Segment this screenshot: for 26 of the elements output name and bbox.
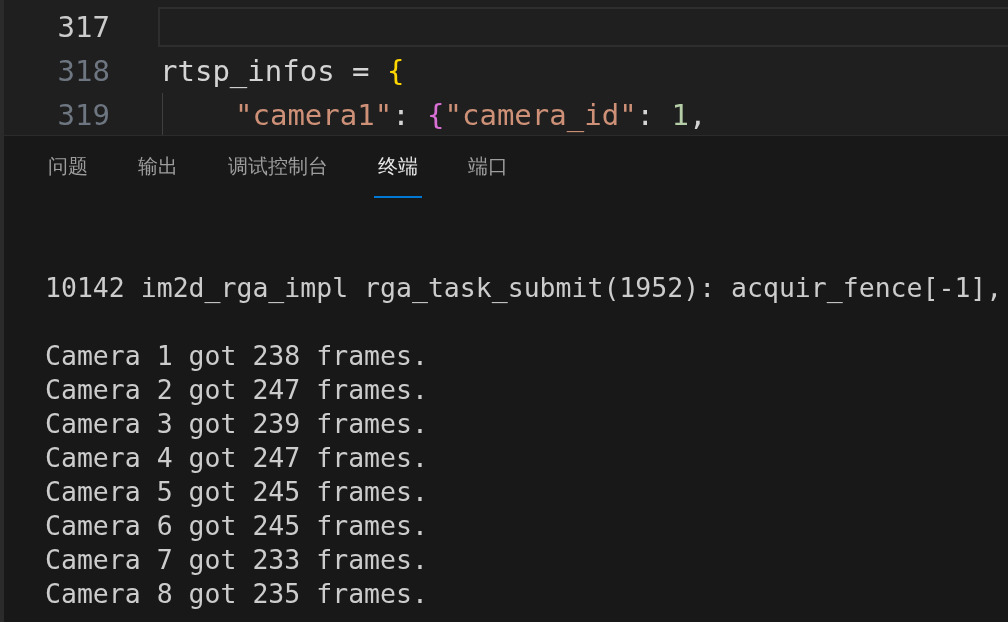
line-number: 317 [56,10,110,44]
code-token: 1 [671,98,689,132]
code-token: "camera1" [235,98,393,132]
panel-tab[interactable]: 输出 [134,136,182,198]
terminal-line: Camera 1 got 238 frames. [45,339,429,373]
code-token: : [636,98,656,132]
terminal-line: Camera 7 got 233 frames. [45,543,429,577]
code-token: { [427,98,445,132]
code-token: "camera_id" [444,98,637,132]
code-token: , [689,98,707,132]
terminal-line: Camera 8 got 235 frames. [45,577,429,611]
line-number: 319 [56,98,110,132]
panel-tab[interactable]: 调试控制台 [224,136,332,198]
code-token: { [387,54,405,88]
code-token: rtsp_infos = [160,54,371,88]
panel-tab[interactable]: 终端 [374,136,422,198]
terminal-line: 10142 im2d_rga_impl rga_task_submit(1952): acquir_fence[-1], [45,271,1004,305]
terminal-line: Camera 2 got 247 frames. [45,373,429,407]
panel-tab[interactable]: 端口 [464,136,512,198]
terminal-line: Camera 4 got 247 frames. [45,441,429,475]
terminal-line: Camera 3 got 239 frames. [45,407,429,441]
line-number: 318 [56,54,110,88]
panel-tab[interactable]: 问题 [44,136,92,198]
terminal-line: Camera 6 got 245 frames. [45,509,429,543]
code-token: : [392,98,411,132]
terminal-line: Camera 5 got 245 frames. [45,475,429,509]
